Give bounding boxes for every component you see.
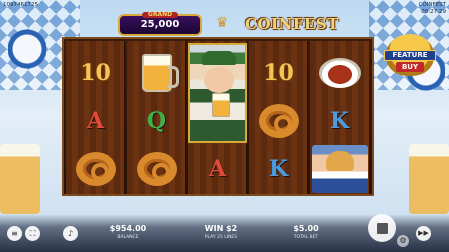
game-clock: COINFEST 09:27:29 xyxy=(419,2,446,16)
symbol-beer xyxy=(127,47,186,98)
grand-value: 25,000 xyxy=(140,19,180,30)
settings-button[interactable]: ⚙ xyxy=(397,235,409,247)
fullscreen-button[interactable]: ⛶ xyxy=(25,226,40,241)
reel-4: 10 K xyxy=(249,41,308,194)
lines-label: PLAY 25 LINES xyxy=(204,235,238,240)
stop-icon xyxy=(376,222,388,234)
beer-mug-icon xyxy=(212,93,230,117)
reel-5: K xyxy=(310,41,369,194)
reels-frame: 10 A Q A 10 K K xyxy=(62,37,374,196)
barmaid-icon xyxy=(311,144,368,193)
reel-1: 10 A xyxy=(66,41,125,194)
crown-icon: ♛ xyxy=(215,15,229,31)
symbol-ten: 10 xyxy=(249,47,308,98)
symbol-pretzel xyxy=(127,143,186,194)
symbol-a: A xyxy=(66,95,125,146)
total-bet-display: $5.00 TOTAL BET xyxy=(286,224,326,241)
gear-icon: ⚙ xyxy=(399,236,407,245)
clock-text: 09:27:29 xyxy=(421,9,446,15)
fast-forward-icon: ▶▶ xyxy=(418,229,429,237)
feature-buy-button[interactable]: FEATURE BUY xyxy=(380,30,440,80)
total-bet-value: $5.00 xyxy=(293,224,319,233)
symbol-barmaid xyxy=(310,143,369,194)
beer-mug-icon xyxy=(141,53,179,92)
symbol-ten-text: 10 xyxy=(80,59,111,86)
symbol-k-text: K xyxy=(268,155,289,182)
menu-button[interactable]: ≡ xyxy=(7,226,22,241)
menu-icon: ≡ xyxy=(11,229,18,238)
win-value: WIN $2 xyxy=(204,224,238,233)
symbol-pretzel xyxy=(249,95,308,146)
wild-bavarian-man xyxy=(188,43,247,143)
fullscreen-icon: ⛶ xyxy=(29,229,36,238)
background-beer-mug-left xyxy=(0,144,40,214)
speaker-icon: ♪ xyxy=(67,229,74,238)
symbol-k: K xyxy=(249,143,308,194)
turbo-button[interactable]: ▶▶ xyxy=(416,226,431,241)
balance-label: BALANCE xyxy=(117,235,139,240)
symbol-ten-text: 10 xyxy=(263,59,294,86)
grand-jackpot: GRAND 25,000 xyxy=(118,12,202,36)
face-icon xyxy=(204,67,234,93)
pretzel-icon xyxy=(136,151,177,186)
pretzel-icon xyxy=(258,103,299,138)
background-beer-mug-right xyxy=(409,144,449,214)
symbol-k-text: K xyxy=(329,107,350,134)
pretzel-icon xyxy=(75,151,116,186)
grand-label: GRAND xyxy=(141,12,179,18)
balance-display: $954.00 BALANCE xyxy=(108,224,148,241)
buy-label: BUY xyxy=(396,62,424,72)
rosette-left xyxy=(8,28,46,88)
sausages-icon xyxy=(318,57,361,88)
symbol-k: K xyxy=(310,95,369,146)
symbol-a: A xyxy=(188,143,247,194)
symbol-q-text: Q xyxy=(146,107,167,134)
game-logo: COINFEST xyxy=(245,15,339,33)
symbol-a-text: A xyxy=(86,107,105,134)
symbol-ten: 10 xyxy=(66,47,125,98)
win-display: WIN $2 PLAY 25 LINES xyxy=(196,224,246,241)
session-id: 1097461725 xyxy=(3,2,38,9)
game-name-text: COINFEST xyxy=(418,2,446,8)
reel-2: Q xyxy=(127,41,186,194)
total-bet-label: TOTAL BET xyxy=(293,235,319,240)
feature-label: FEATURE xyxy=(384,50,436,61)
balance-value: $954.00 xyxy=(109,224,147,233)
symbol-pretzel xyxy=(66,143,125,194)
symbol-sausages xyxy=(310,47,369,98)
symbol-q: Q xyxy=(127,95,186,146)
hat-icon xyxy=(202,51,236,65)
reel-3: A xyxy=(188,41,247,194)
symbol-a-text: A xyxy=(208,155,227,182)
session-id-text: 1097461725 xyxy=(3,2,38,8)
spin-button[interactable] xyxy=(368,214,396,242)
sound-button[interactable]: ♪ xyxy=(63,226,78,241)
